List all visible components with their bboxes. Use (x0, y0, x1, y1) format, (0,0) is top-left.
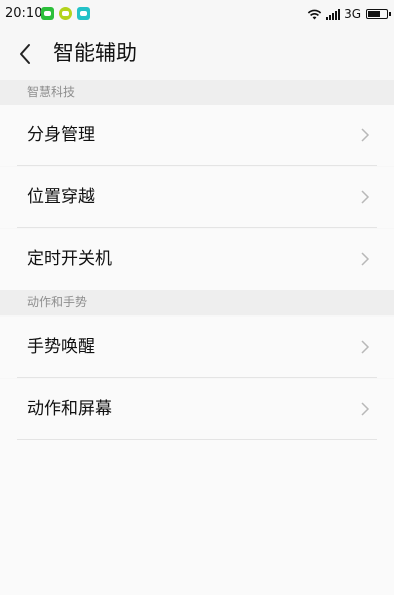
app-icon (77, 7, 90, 20)
list-item-label: 位置穿越 (27, 187, 95, 207)
divider (17, 227, 377, 228)
list-item-clone-management[interactable]: 分身管理 (0, 105, 394, 166)
chevron-right-icon (361, 340, 370, 354)
chevron-right-icon (361, 252, 370, 266)
list-item-label: 定时开关机 (27, 249, 112, 269)
chevron-right-icon (361, 402, 370, 416)
wifi-icon (307, 9, 322, 20)
section-header-gestures: 动作和手势 (0, 290, 394, 315)
section-header-label: 智慧科技 (27, 85, 76, 99)
list-item-gesture-wake[interactable]: 手势唤醒 (0, 317, 394, 378)
chevron-right-icon (361, 128, 370, 142)
battery-icon (366, 9, 391, 19)
status-time: 20:10 (5, 6, 43, 21)
empty-area (0, 440, 394, 595)
list-item-motion-screen[interactable]: 动作和屏幕 (0, 379, 394, 440)
wechat-icon (41, 7, 54, 20)
section-header-label: 动作和手势 (27, 295, 88, 309)
page-title: 智能辅助 (53, 41, 137, 65)
status-bar: 20:10 3G (0, 0, 394, 28)
divider (17, 165, 377, 166)
chevron-right-icon (361, 190, 370, 204)
chevron-left-icon (20, 44, 30, 64)
list-item-location-travel[interactable]: 位置穿越 (0, 167, 394, 228)
network-type: 3G (344, 7, 361, 21)
status-right: 3G (307, 5, 391, 23)
list-item-label: 动作和屏幕 (27, 399, 112, 419)
divider (17, 377, 377, 378)
app-bar: 智能辅助 (0, 28, 394, 81)
list-item-label: 分身管理 (27, 125, 95, 145)
game-icon (59, 7, 72, 20)
list-item-label: 手势唤醒 (27, 337, 95, 357)
section-header-smart-tech: 智慧科技 (0, 80, 394, 105)
back-button[interactable] (12, 40, 40, 68)
signal-icon (326, 8, 341, 20)
list-item-scheduled-power[interactable]: 定时开关机 (0, 229, 394, 290)
